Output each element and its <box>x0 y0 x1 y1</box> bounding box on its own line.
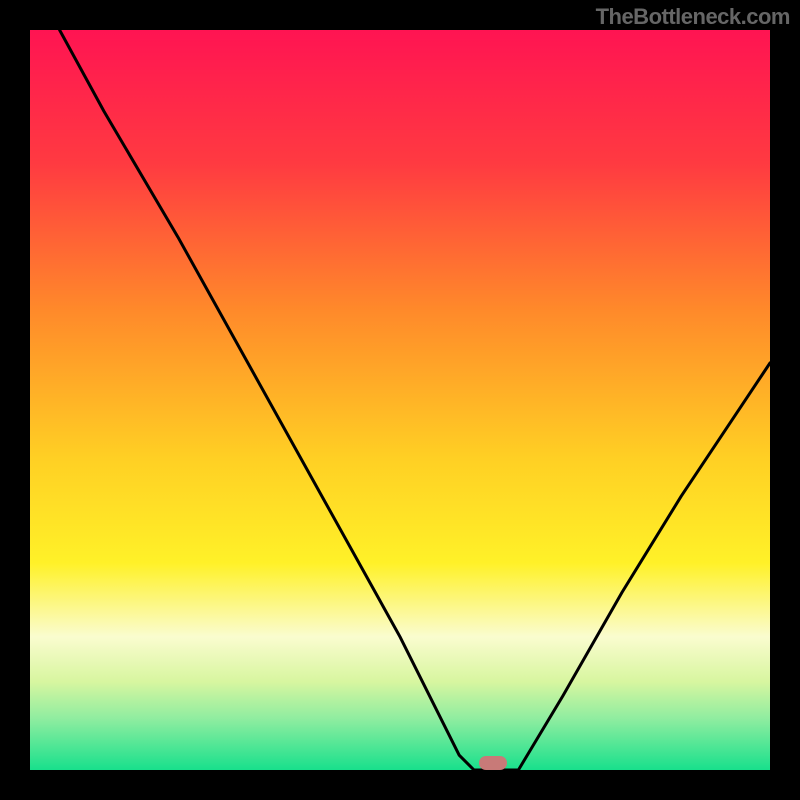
curve-path <box>60 30 770 770</box>
chart-container: TheBottleneck.com <box>0 0 800 800</box>
bottleneck-curve <box>30 30 770 770</box>
attribution-label: TheBottleneck.com <box>596 4 790 30</box>
optimal-marker <box>479 756 507 770</box>
plot-area <box>30 30 770 770</box>
